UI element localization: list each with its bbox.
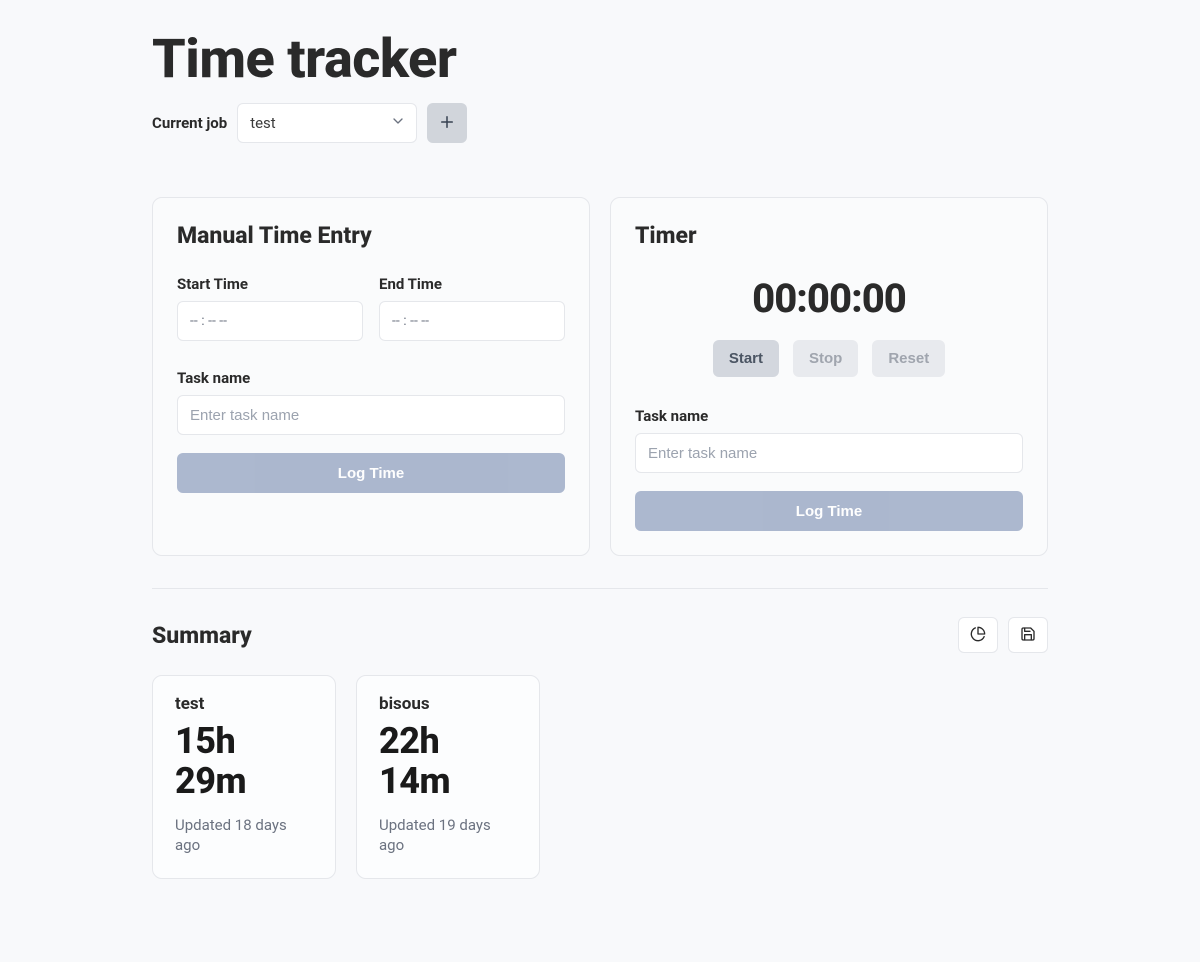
manual-entry-card: Manual Time Entry Start Time -- : -- -- … (152, 197, 590, 556)
chevron-down-icon (390, 113, 406, 133)
summary-actions (958, 617, 1048, 653)
end-time-input[interactable]: -- : -- -- (379, 301, 565, 341)
plus-icon (438, 113, 456, 134)
timer-display: 00:00:00 (635, 275, 1023, 322)
timer-title: Timer (635, 222, 1023, 249)
pie-chart-icon (970, 626, 986, 645)
timer-controls: Start Stop Reset (635, 340, 1023, 377)
summary-card-name: test (175, 694, 313, 714)
summary-card-updated: Updated 18 days ago (175, 815, 313, 856)
divider (152, 588, 1048, 589)
time-row: Start Time -- : -- -- End Time -- : -- -… (177, 275, 565, 341)
summary-card-time: 15h 29m (175, 722, 313, 801)
current-job-selected: test (250, 114, 276, 132)
timer-task-label: Task name (635, 407, 1023, 425)
summary-card-updated: Updated 19 days ago (379, 815, 517, 856)
manual-task-label: Task name (177, 369, 565, 387)
start-time-input[interactable]: -- : -- -- (177, 301, 363, 341)
add-job-button[interactable] (427, 103, 467, 143)
summary-card-time: 22h 14m (379, 722, 517, 801)
summary-header: Summary (152, 617, 1048, 653)
timer-reset-button[interactable]: Reset (872, 340, 945, 377)
timer-log-time-button[interactable]: Log Time (635, 491, 1023, 531)
save-icon (1020, 626, 1036, 645)
start-time-label: Start Time (177, 275, 363, 293)
timer-card: Timer 00:00:00 Start Stop Reset Task nam… (610, 197, 1048, 556)
summary-card[interactable]: test 15h 29m Updated 18 days ago (152, 675, 336, 879)
entry-row: Manual Time Entry Start Time -- : -- -- … (152, 197, 1048, 556)
summary-card[interactable]: bisous 22h 14m Updated 19 days ago (356, 675, 540, 879)
summary-card-name: bisous (379, 694, 517, 714)
manual-task-input[interactable] (177, 395, 565, 435)
save-button[interactable] (1008, 617, 1048, 653)
page-title: Time tracker (152, 28, 1048, 91)
current-job-select[interactable]: test (237, 103, 417, 143)
chart-button[interactable] (958, 617, 998, 653)
current-job-label: Current job (152, 114, 227, 132)
end-time-label: End Time (379, 275, 565, 293)
summary-title: Summary (152, 622, 252, 649)
current-job-row: Current job test (152, 103, 1048, 143)
summary-cards: test 15h 29m Updated 18 days ago bisous … (152, 675, 1048, 879)
timer-stop-button[interactable]: Stop (793, 340, 858, 377)
timer-task-input[interactable] (635, 433, 1023, 473)
manual-entry-title: Manual Time Entry (177, 222, 565, 249)
timer-start-button[interactable]: Start (713, 340, 779, 377)
manual-log-time-button[interactable]: Log Time (177, 453, 565, 493)
